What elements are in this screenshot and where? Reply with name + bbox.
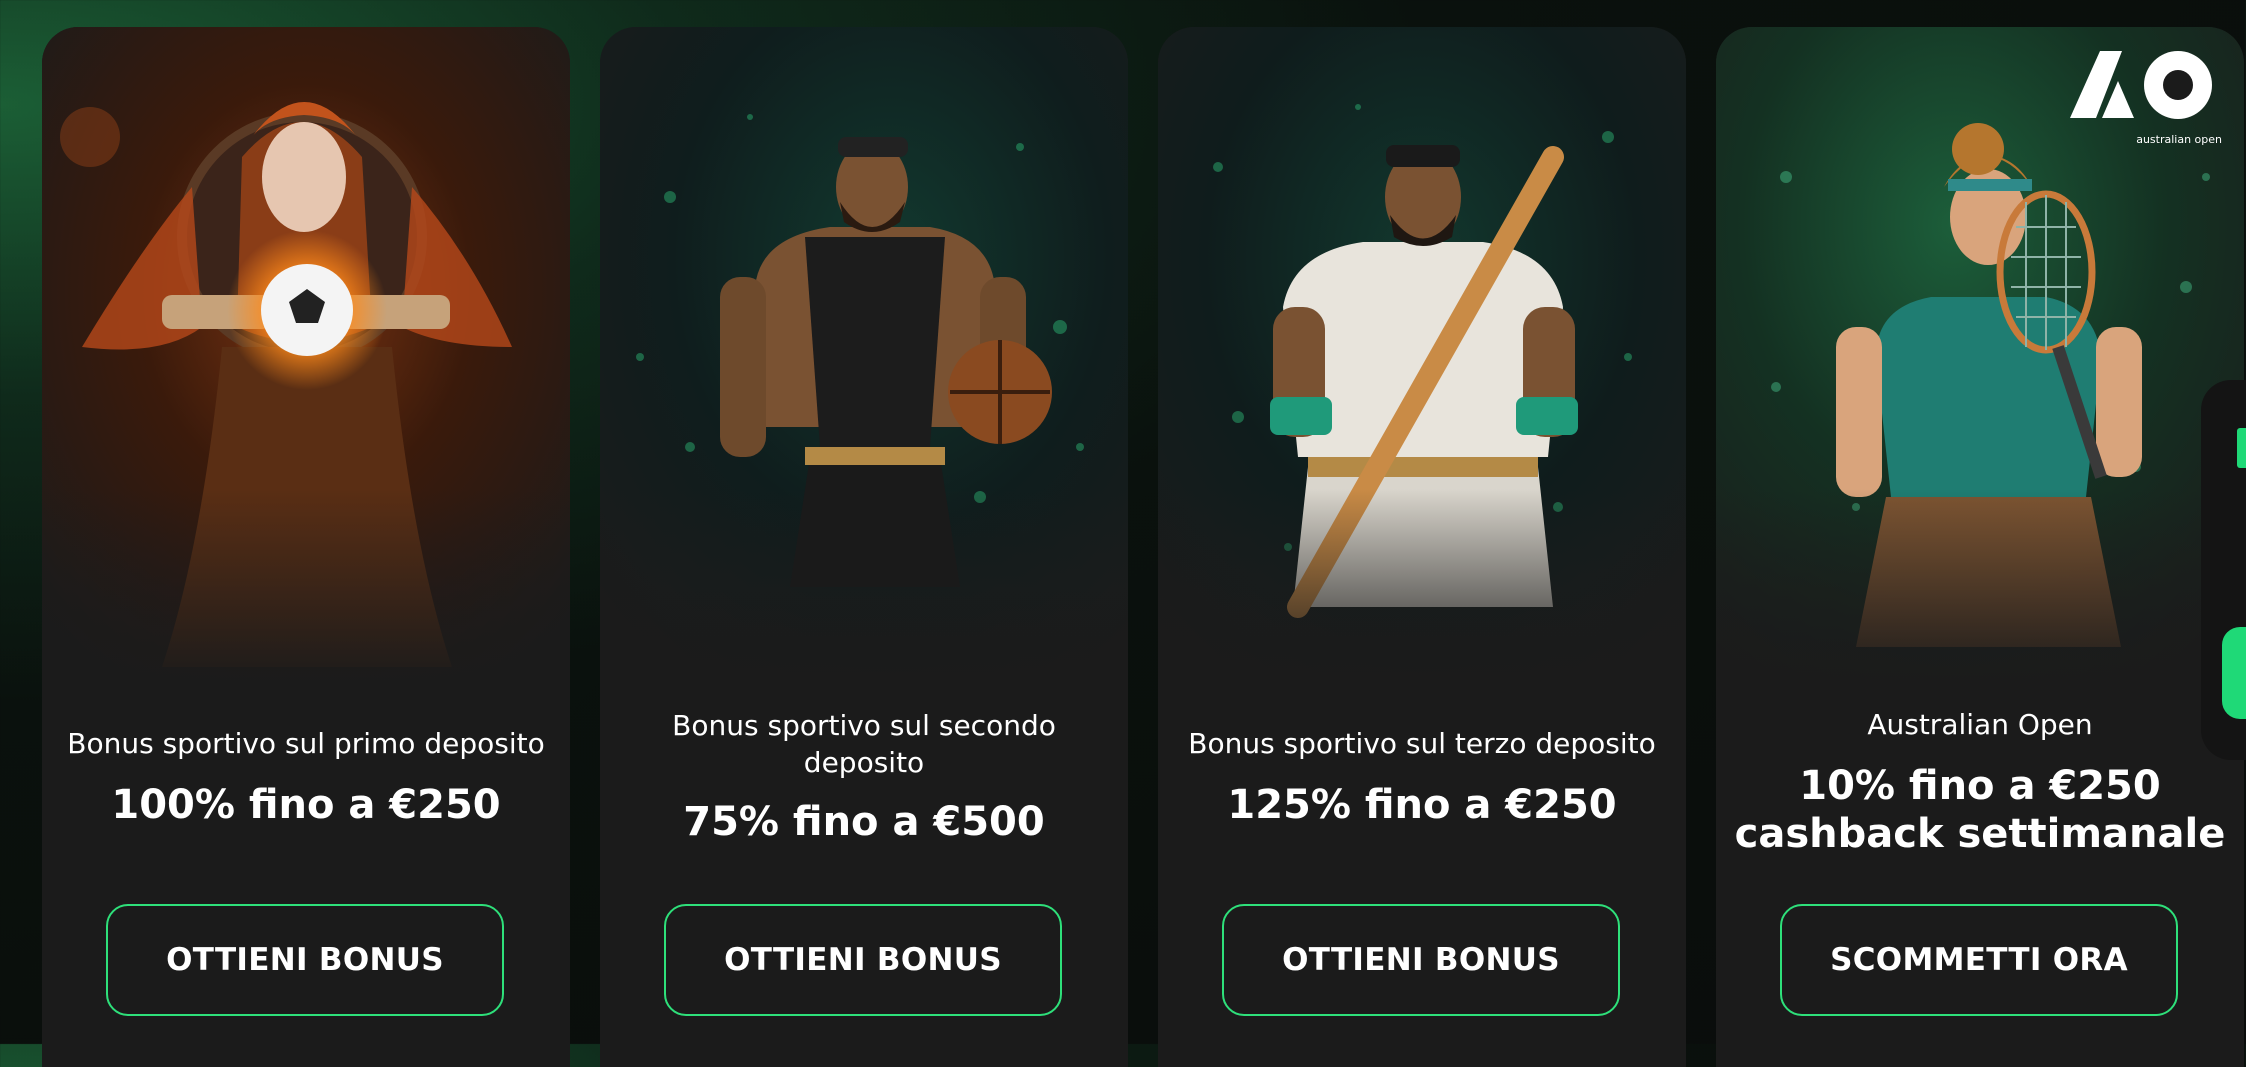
bet-now-button[interactable]: SCOMMETTI ORA (1780, 904, 2178, 1016)
australian-open-logo: australian open (2070, 51, 2222, 146)
side-panel-accent-button[interactable] (2222, 627, 2246, 719)
card-subtitle: Bonus sportivo sul primo deposito (67, 727, 545, 760)
card-headline: 125% fino a €250 (1227, 782, 1617, 828)
card-headline: 10% fino a €250 cashback settimanale (1734, 763, 2226, 857)
card-headline: 75% fino a €500 (683, 799, 1045, 845)
promo-card-first-deposit: Bonus sportivo sul primo deposito 100% f… (42, 27, 570, 1067)
promo-card-second-deposit: Bonus sportivo sul secondo deposito 75% … (600, 27, 1128, 1067)
card-subtitle: Bonus sportivo sul terzo deposito (1188, 727, 1656, 760)
ao-logo-text: australian open (2136, 133, 2222, 146)
get-bonus-button[interactable]: OTTIENI BONUS (106, 904, 504, 1016)
promo-card-third-deposit: Bonus sportivo sul terzo deposito 125% f… (1158, 27, 1686, 1067)
side-panel-indicator (2237, 428, 2246, 468)
card-subtitle: Bonus sportivo sul secondo deposito (672, 709, 1056, 779)
get-bonus-button[interactable]: OTTIENI BONUS (1222, 904, 1620, 1016)
card-subtitle: Australian Open (1867, 708, 2093, 741)
soccer-warrior-illustration (42, 27, 570, 687)
baseball-warrior-illustration (1158, 27, 1686, 687)
promo-cards: Bonus sportivo sul primo deposito 100% f… (0, 0, 2246, 1067)
get-bonus-button[interactable]: OTTIENI BONUS (664, 904, 1062, 1016)
basketball-warrior-illustration (600, 27, 1128, 687)
card-headline: 100% fino a €250 (111, 782, 501, 828)
promo-card-australian-open: australian open Australian Open 10% fino… (1716, 27, 2244, 1067)
